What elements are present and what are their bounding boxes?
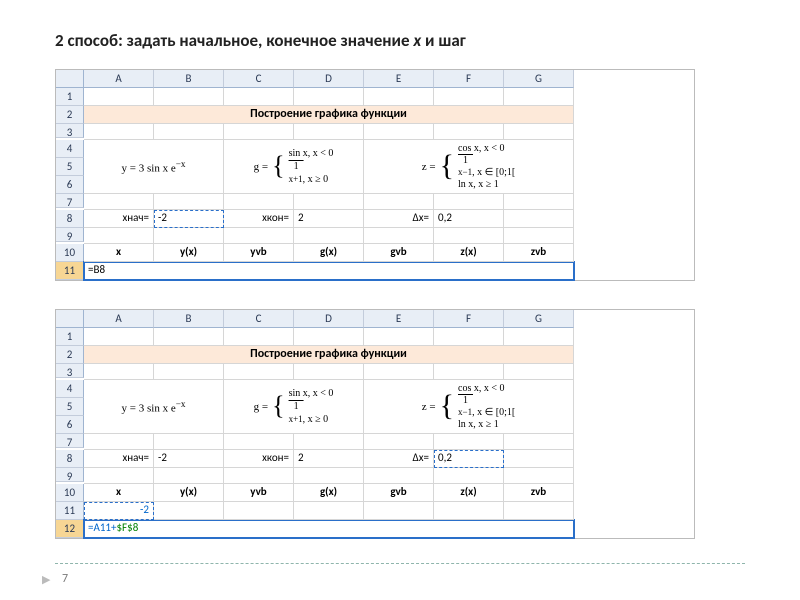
table-col[interactable]: g(x) [294,244,364,262]
formula-y: y = 3 sin x e−x [84,380,224,434]
row-header[interactable]: 1 [56,328,84,346]
row-header[interactable]: 4 [56,140,84,158]
label-xstart[interactable]: хнач= [84,450,154,468]
row-header[interactable]: 2 [56,346,84,364]
row-header[interactable]: 10 [56,244,84,262]
nav-arrow-icon: ▶ [42,573,50,586]
row-header[interactable]: 9 [56,468,84,482]
col-header[interactable]: A [84,70,154,88]
table-col[interactable]: z(x) [434,244,504,262]
formula-z: z = { cos x, x < 0 1 x−1, x ∈ [0;1[ ln x… [364,380,574,434]
cell[interactable] [84,88,154,106]
label-xend[interactable]: xкон= [224,210,294,228]
col-header[interactable]: E [364,70,434,88]
table-col[interactable]: g(x) [294,484,364,502]
row-header[interactable]: 8 [56,210,84,228]
table-col[interactable]: gvb [364,244,434,262]
cell-a11-ref[interactable]: -2 [84,502,154,520]
col-header[interactable]: B [154,310,224,328]
table-col[interactable]: x [84,484,154,502]
sheet-heading[interactable]: Построение графика функции [84,106,574,124]
slide-title: 2 способ: задать начальное, конечное зна… [55,30,745,51]
sheet-heading[interactable]: Построение графика функции [84,346,574,364]
formula-bar-a11[interactable]: =B8 [84,262,574,280]
table-col[interactable]: y(x) [154,484,224,502]
separator-line [55,563,745,564]
row-header[interactable]: 4 [56,380,84,398]
page-number: 7 [62,572,68,586]
formula-g: g = { sin x, x < 0 1 x+1, x ≥ 0 [224,380,364,434]
row-header[interactable]: 6 [56,416,84,434]
row-header[interactable]: 9 [56,228,84,242]
value-xend[interactable]: 2 [294,450,364,468]
row-header[interactable]: 2 [56,106,84,124]
value-dx[interactable]: 0,2 [434,210,504,228]
value-dx-ref[interactable]: 0,2 [434,450,504,468]
spreadsheet-2: A B C D E F G 1 2 Построение графика фун… [55,309,695,539]
formula-y: y = 3 sin x e−x [84,140,224,194]
label-xstart[interactable]: хнач= [84,210,154,228]
col-header[interactable]: E [364,310,434,328]
col-header[interactable]: C [224,310,294,328]
table-col[interactable]: z(x) [434,484,504,502]
row-header[interactable]: 8 [56,450,84,468]
table-col[interactable]: zvb [504,244,574,262]
col-header[interactable]: D [294,70,364,88]
row-header-selected[interactable]: 11 [56,262,84,280]
row-header[interactable]: 10 [56,484,84,502]
row-header[interactable]: 5 [56,398,84,416]
label-xend[interactable]: xкон= [224,450,294,468]
col-header[interactable]: B [154,70,224,88]
label-dx[interactable]: Δx= [364,450,434,468]
row-header[interactable]: 3 [56,364,84,378]
value-xstart[interactable]: -2 [154,450,224,468]
table-col[interactable]: yvb [224,484,294,502]
formula-z: z = { cos x, x < 0 1 x−1, x ∈ [0;1[ ln x… [364,140,574,194]
col-header[interactable]: G [504,70,574,88]
row-header[interactable]: 7 [56,194,84,208]
formula-g: g = { sin x, x < 0 1 x+1, x ≥ 0 [224,140,364,194]
row-header[interactable]: 11 [56,502,84,520]
table-col[interactable]: y(x) [154,244,224,262]
table-col[interactable]: zvb [504,484,574,502]
col-header[interactable]: D [294,310,364,328]
col-header[interactable]: C [224,70,294,88]
row-header[interactable]: 3 [56,124,84,138]
row-header[interactable]: 5 [56,158,84,176]
table-col[interactable]: yvb [224,244,294,262]
value-xstart[interactable]: -2 [154,210,224,228]
formula-bar-a12[interactable]: =A11+$F$8 [84,520,574,538]
label-dx[interactable]: Δx= [364,210,434,228]
spreadsheet-1: A B C D E F G 1 2 Построение графика фун… [55,69,695,281]
row-header-selected[interactable]: 12 [56,520,84,538]
col-header[interactable]: A [84,310,154,328]
grid-corner [56,310,84,328]
row-header[interactable]: 6 [56,176,84,194]
col-header[interactable]: F [434,310,504,328]
col-header[interactable]: G [504,310,574,328]
grid-corner [56,70,84,88]
row-header[interactable]: 1 [56,88,84,106]
table-col[interactable]: gvb [364,484,434,502]
col-header[interactable]: F [434,70,504,88]
value-xend[interactable]: 2 [294,210,364,228]
table-col[interactable]: x [84,244,154,262]
row-header[interactable]: 7 [56,434,84,448]
